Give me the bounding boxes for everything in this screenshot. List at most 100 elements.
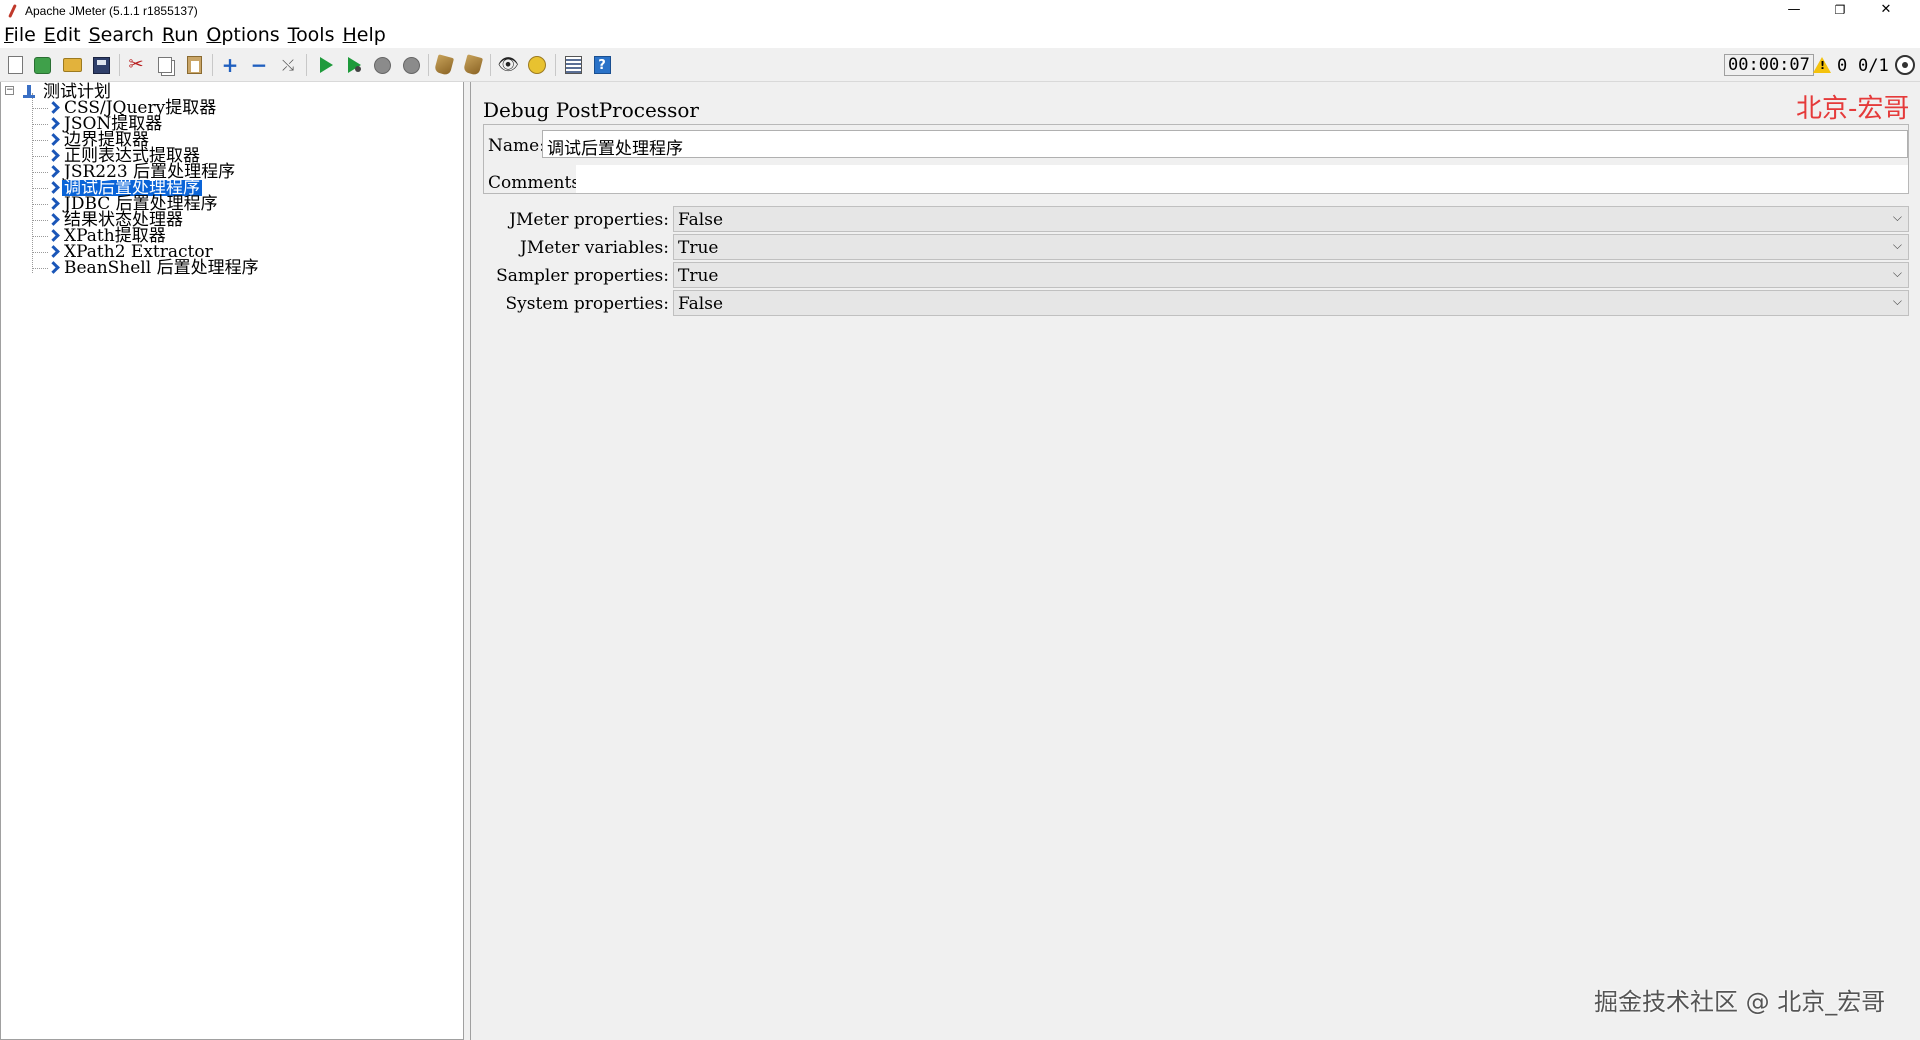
tree-guide-line (32, 93, 33, 273)
tree-connector (32, 156, 48, 157)
menu-options[interactable]: Options (206, 24, 279, 46)
search-button[interactable]: 👁 (497, 54, 519, 76)
broom-all-icon (462, 54, 484, 76)
chevron-down-icon: ⌵ (1892, 210, 1902, 224)
tree-connector (32, 220, 48, 221)
comments-field[interactable] (576, 165, 1908, 193)
tree-connector (32, 268, 48, 269)
cut-button[interactable]: ✂ (125, 54, 147, 76)
system-properties-row: System properties: False ⌵ (483, 290, 1909, 316)
postprocessor-icon (48, 134, 58, 146)
tree-connector (32, 124, 48, 125)
postprocessor-icon (48, 246, 58, 258)
clear-button[interactable] (433, 54, 455, 76)
tree-connector (32, 188, 48, 189)
toolbar-separator (119, 54, 120, 76)
sampler-properties-label: Sampler properties: (496, 266, 669, 286)
function-list-icon (564, 56, 582, 74)
remote-status-icon (1895, 55, 1915, 75)
title-bar: Apache JMeter (5.1.1 r1855137) — ❐ ✕ (0, 0, 1920, 22)
templates-button[interactable] (31, 54, 53, 76)
open-folder-icon (62, 58, 82, 72)
stop-button[interactable] (371, 54, 393, 76)
panel-title: Debug PostProcessor (483, 98, 699, 122)
start-button[interactable] (315, 54, 337, 76)
sampler-properties-select[interactable]: True ⌵ (673, 262, 1909, 288)
tree-item[interactable]: BeanShell 后置处理程序 (48, 258, 261, 278)
help-button[interactable]: ? (591, 54, 613, 76)
active-threads: 0/1 (1858, 56, 1889, 76)
footer-watermark: 掘金技术社区 @ 北京_宏哥 (1594, 988, 1886, 1016)
postprocessor-icon (48, 230, 58, 242)
collapse-icon[interactable]: − (5, 86, 14, 95)
postprocessor-icon (48, 198, 58, 210)
warning-icon[interactable] (1813, 57, 1831, 73)
menu-run[interactable]: Run (162, 24, 198, 46)
tree-connector (32, 172, 48, 173)
plus-icon: + (221, 53, 239, 77)
broom-icon (433, 54, 455, 76)
toolbar-separator (306, 54, 307, 76)
tree-connector (32, 108, 48, 109)
menu-tools[interactable]: Tools (288, 24, 335, 46)
error-count: 0 (1837, 56, 1848, 76)
copy-button[interactable] (154, 54, 176, 76)
paste-icon (186, 56, 202, 74)
new-file-icon (7, 56, 23, 74)
test-plan-icon (23, 85, 35, 99)
sampler-properties-value: True (678, 266, 719, 286)
element-config-panel: Debug PostProcessor 北京-宏哥 Name: 调试后置处理程序… (470, 82, 1920, 1040)
system-properties-select[interactable]: False ⌵ (673, 290, 1909, 316)
postprocessor-icon (48, 118, 58, 130)
close-button[interactable]: ✕ (1864, 0, 1908, 22)
chevron-down-icon: ⌵ (1892, 238, 1902, 252)
minimize-button[interactable]: — (1772, 0, 1816, 22)
function-helper-button[interactable] (562, 54, 584, 76)
reset-search-button[interactable] (526, 54, 548, 76)
chevron-down-icon: ⌵ (1892, 294, 1902, 308)
postprocessor-icon (48, 150, 58, 162)
jmeter-properties-select[interactable]: False ⌵ (673, 206, 1909, 232)
jmeter-variables-value: True (678, 238, 719, 258)
elapsed-timer: 00:00:07 (1724, 54, 1814, 76)
maximize-button[interactable]: ❐ (1818, 0, 1862, 22)
stop-icon (373, 56, 391, 74)
jmeter-variables-row: JMeter variables: True ⌵ (483, 234, 1909, 260)
chevron-down-icon: ⌵ (1892, 266, 1902, 280)
toolbar: ✂ + − ⤯ 👁 ? 00:00:07 0 0/1 (0, 48, 1920, 82)
minus-icon: − (250, 53, 268, 77)
jmeter-variables-select[interactable]: True ⌵ (673, 234, 1909, 260)
scissors-icon: ✂ (128, 54, 144, 75)
templates-icon (33, 56, 51, 74)
menu-edit[interactable]: Edit (44, 24, 81, 46)
menu-bar: File Edit Search Run Options Tools Help (0, 22, 1920, 48)
save-button[interactable] (90, 54, 112, 76)
toolbar-separator (555, 54, 556, 76)
toggle-button[interactable]: ⤯ (277, 54, 299, 76)
collapse-all-button[interactable]: − (248, 54, 270, 76)
expand-all-button[interactable]: + (219, 54, 241, 76)
system-properties-label: System properties: (505, 294, 669, 314)
tree-connector (32, 252, 48, 253)
save-icon (92, 56, 110, 74)
menu-help[interactable]: Help (343, 24, 386, 46)
postprocessor-icon (48, 262, 58, 274)
menu-file[interactable]: File (4, 24, 36, 46)
jmeter-properties-value: False (678, 210, 723, 230)
new-button[interactable] (4, 54, 26, 76)
postprocessor-icon (48, 182, 58, 194)
play-icon (319, 57, 333, 73)
tree-connector (32, 204, 48, 205)
tree-item-label: BeanShell 后置处理程序 (64, 258, 259, 278)
menu-search[interactable]: Search (89, 24, 154, 46)
open-button[interactable] (61, 54, 83, 76)
copy-icon (158, 57, 172, 73)
system-properties-value: False (678, 294, 723, 314)
name-field[interactable]: 调试后置处理程序 (542, 130, 1908, 159)
name-comments-group: Name: 调试后置处理程序 Comments: (483, 124, 1909, 194)
shutdown-button[interactable] (400, 54, 422, 76)
clear-all-button[interactable] (462, 54, 484, 76)
start-no-pauses-button[interactable] (343, 54, 365, 76)
postprocessor-icon (48, 166, 58, 178)
paste-button[interactable] (183, 54, 205, 76)
